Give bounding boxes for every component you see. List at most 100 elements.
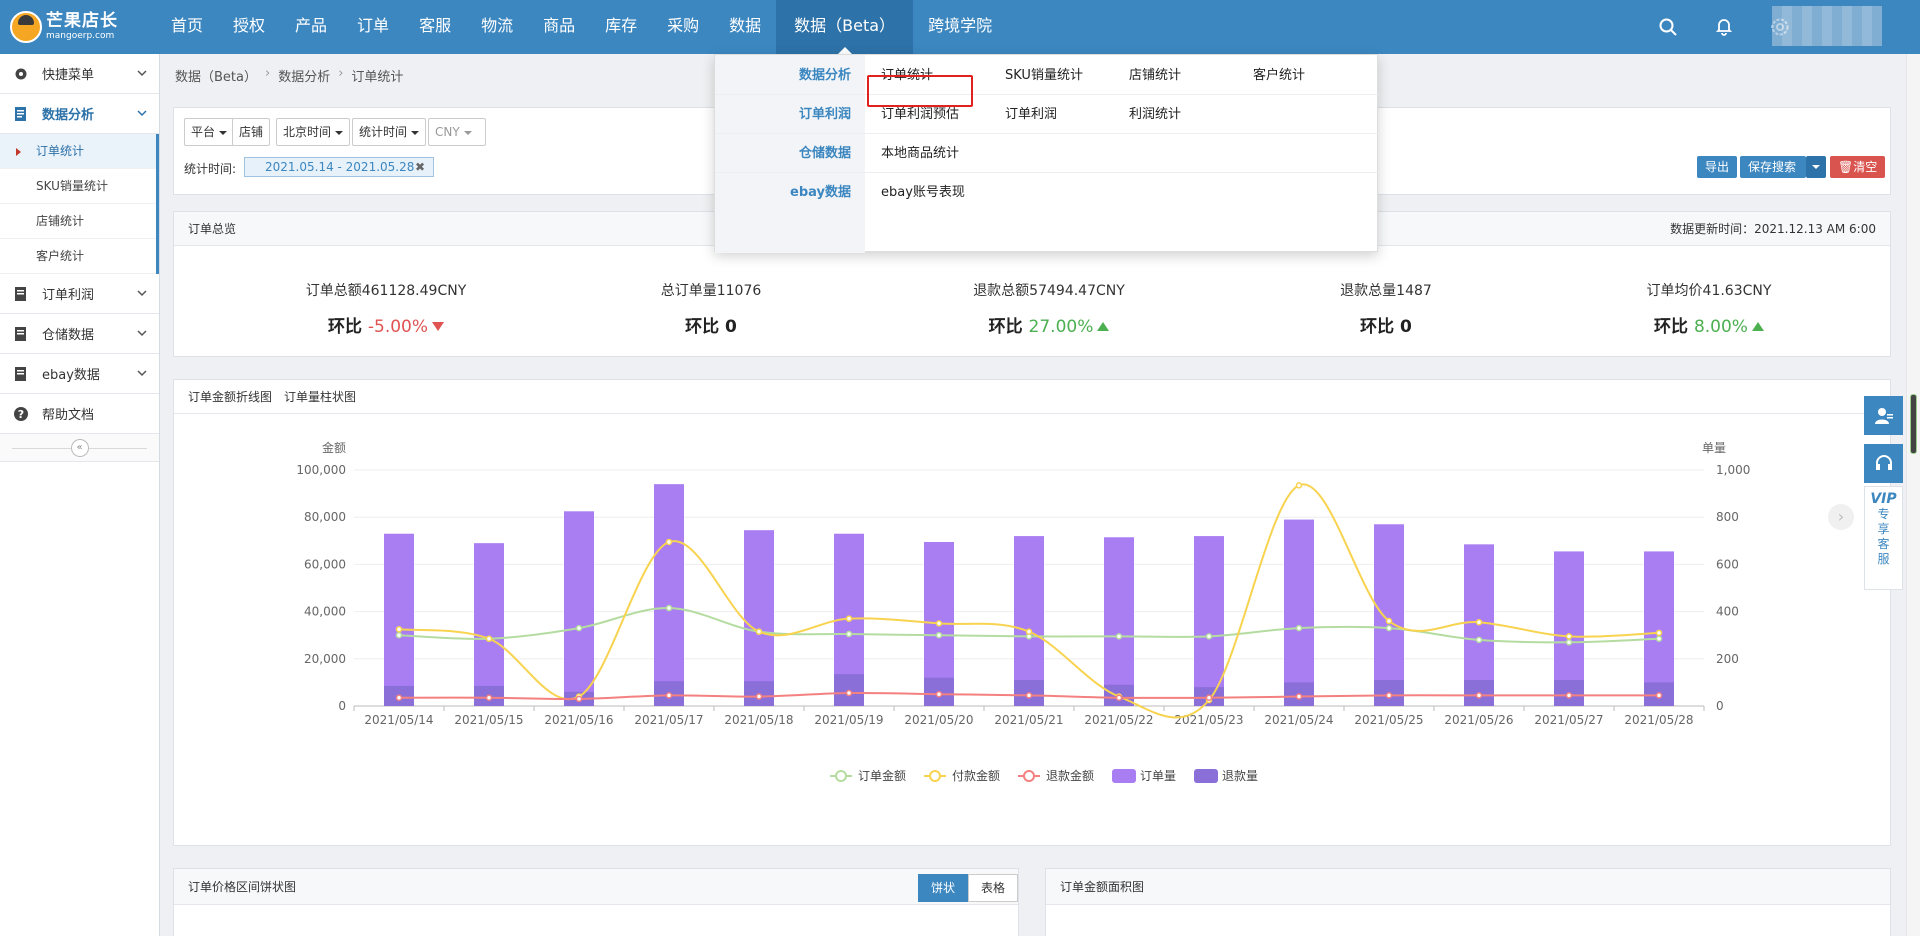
currency-select[interactable]: CNY xyxy=(428,118,486,146)
sidebar-group-data-analysis[interactable]: 数据分析 xyxy=(0,94,159,134)
sidebar-help-docs[interactable]: ? 帮助文档 xyxy=(0,394,159,434)
kpi-label: 退款总量1487 xyxy=(1340,283,1432,299)
user-avatar-blurred[interactable] xyxy=(1772,6,1882,46)
menu-item-ebay-performance[interactable]: ebay账号表现 xyxy=(881,173,965,212)
vip-text: 享 xyxy=(1877,522,1890,536)
y2-tick-label: 800 xyxy=(1716,510,1739,524)
kpi-refund-count: 退款总量1487 环比 0 xyxy=(1236,280,1536,337)
tab-table[interactable]: 表格 xyxy=(968,874,1018,902)
nav-order[interactable]: 订单 xyxy=(342,0,404,54)
point-order-amount xyxy=(665,604,673,612)
nav-academy[interactable]: 跨境学院 xyxy=(913,0,1007,54)
card-title: 订单价格区间饼状图 xyxy=(188,880,297,894)
breadcrumb-item[interactable]: 数据分析 xyxy=(278,66,330,85)
menu-item-order-profit[interactable]: 订单利润 xyxy=(1005,95,1057,134)
logo[interactable]: 芒果店长 mangoerp.com xyxy=(10,8,118,46)
x-tick-label: 2021/05/28 xyxy=(1624,713,1693,727)
breadcrumb-current: 订单统计 xyxy=(351,70,404,85)
page-scrollbar[interactable] xyxy=(1906,54,1920,936)
kpi-value: 0 xyxy=(725,317,737,337)
vip-service-button[interactable]: VIP 专 享 客 服 xyxy=(1864,486,1903,590)
menu-item-profit-stats[interactable]: 利润统计 xyxy=(1129,95,1181,134)
menu-item-customer-stats[interactable]: 客户统计 xyxy=(1253,56,1305,95)
time-type-select[interactable]: 统计时间 xyxy=(352,118,427,146)
sidebar-group-ebay[interactable]: ebay数据 xyxy=(0,354,159,394)
tab-amount-line-chart[interactable]: 订单金额折线图 xyxy=(188,380,272,414)
kpi-value: -5.00% xyxy=(367,317,429,337)
x-tick-label: 2021/05/22 xyxy=(1084,713,1153,727)
x-tick-label: 2021/05/15 xyxy=(454,713,523,727)
headset-icon[interactable] xyxy=(1864,444,1903,483)
point-refund-amount xyxy=(1205,694,1213,701)
search-icon[interactable] xyxy=(1640,0,1696,54)
nav-goods[interactable]: 商品 xyxy=(528,0,590,54)
nav-data[interactable]: 数据 xyxy=(714,0,776,54)
trend-down-icon xyxy=(432,322,445,331)
nav-logistics[interactable]: 物流 xyxy=(466,0,528,54)
y-tick-label: 80,000 xyxy=(304,510,346,524)
tab-order-bar-chart[interactable]: 订单量柱状图 xyxy=(284,380,356,414)
point-refund-amount xyxy=(1295,693,1303,700)
y-tick-label: 60,000 xyxy=(304,557,346,571)
nav-stock[interactable]: 库存 xyxy=(590,0,652,54)
x-tick-label: 2021/05/14 xyxy=(364,713,433,727)
save-search-dropdown[interactable] xyxy=(1806,156,1826,178)
card-title: 订单金额面积图 xyxy=(1060,880,1145,894)
point-order-amount xyxy=(1565,639,1573,646)
export-button[interactable]: 导出 xyxy=(1697,156,1738,178)
logo-title: 芒果店长 xyxy=(46,11,118,31)
sidebar-group-label: 订单利润 xyxy=(42,288,95,303)
clear-button[interactable]: 🗑清空 xyxy=(1830,156,1886,178)
shop-select[interactable]: 店铺 xyxy=(232,118,271,146)
dropdown-category: ebay数据 xyxy=(790,185,851,200)
chevron-down-icon xyxy=(137,110,147,117)
sidebar-item-shop-stats[interactable]: 店铺统计 xyxy=(0,204,159,239)
x-tick-label: 2021/05/17 xyxy=(634,713,703,727)
menu-item-sku-sales[interactable]: SKU销量统计 xyxy=(1005,56,1083,95)
bell-icon[interactable] xyxy=(1696,0,1752,54)
point-order-amount xyxy=(845,630,853,638)
sidebar-item-customer-stats[interactable]: 客户统计 xyxy=(0,239,159,274)
tab-pie[interactable]: 饼状 xyxy=(918,874,968,902)
point-refund-amount xyxy=(395,694,403,701)
x-tick-label: 2021/05/23 xyxy=(1174,713,1243,727)
chevron-right-icon[interactable]: › xyxy=(1828,504,1854,530)
nav-home[interactable]: 首页 xyxy=(156,0,218,54)
save-search-button[interactable]: 保存搜索 xyxy=(1740,156,1806,178)
nav-product[interactable]: 产品 xyxy=(280,0,342,54)
nav-data-beta[interactable]: 数据（Beta） xyxy=(776,0,914,54)
sidebar-item-order-stats[interactable]: 订单统计 xyxy=(0,134,159,169)
legend-swatch xyxy=(929,770,941,782)
chevron-right-icon: › xyxy=(264,66,271,81)
point-refund-amount xyxy=(1565,692,1573,699)
breadcrumb-item[interactable]: 数据（Beta） xyxy=(175,66,257,85)
logo-subtitle: mangoerp.com xyxy=(46,31,115,41)
sidebar-group-label: ebay数据 xyxy=(42,368,100,383)
collapse-sidebar-icon[interactable]: « xyxy=(70,438,89,457)
legend-label: 退款量 xyxy=(1222,769,1258,783)
nav-auth[interactable]: 授权 xyxy=(218,0,280,54)
platform-select[interactable]: 平台 xyxy=(184,118,235,146)
sidebar-group-warehouse[interactable]: 仓储数据 xyxy=(0,314,159,354)
sidebar-quick-menu[interactable]: 快捷菜单 xyxy=(0,54,159,94)
dropdown-category: 订单利润 xyxy=(798,107,851,122)
sidebar-item-sku-sales[interactable]: SKU销量统计 xyxy=(0,169,159,204)
sidebar-group-order-profit[interactable]: 订单利润 xyxy=(0,274,159,314)
bar-order-count xyxy=(654,484,684,706)
nav-purchase[interactable]: 采购 xyxy=(652,0,714,54)
kpi-prefix: 环比 xyxy=(1360,317,1395,337)
y-tick-label: 20,000 xyxy=(304,652,346,666)
update-time: 数据更新时间：2021.12.13 AM 6:00 xyxy=(1670,222,1876,236)
highlight-box xyxy=(867,75,973,107)
menu-item-local-goods[interactable]: 本地商品统计 xyxy=(881,134,959,173)
x-tick-label: 2021/05/24 xyxy=(1264,713,1333,727)
contact-icon[interactable] xyxy=(1864,396,1903,435)
menu-item-shop-stats[interactable]: 店铺统计 xyxy=(1129,56,1181,95)
nav-service[interactable]: 客服 xyxy=(404,0,466,54)
y2-tick-label: 600 xyxy=(1716,557,1739,571)
close-icon[interactable]: ✖ xyxy=(415,158,425,176)
scrollbar-thumb[interactable] xyxy=(1910,394,1917,454)
timezone-select[interactable]: 北京时间 xyxy=(276,118,351,146)
date-range-tag[interactable]: 2021.05.14 - 2021.05.28 ✖ xyxy=(244,157,434,177)
point-refund-amount xyxy=(1655,692,1663,699)
